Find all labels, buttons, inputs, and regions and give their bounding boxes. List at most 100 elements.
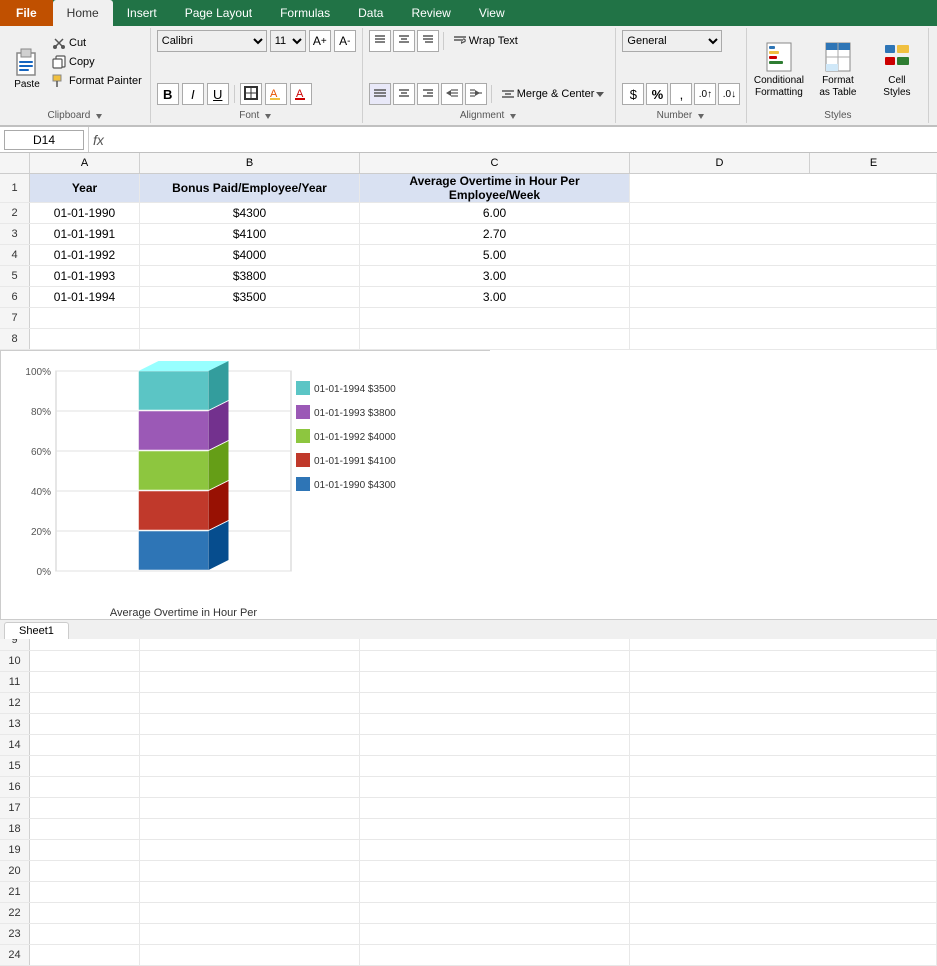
cell-d[interactable] — [630, 924, 937, 944]
home-tab[interactable]: Home — [53, 0, 113, 26]
cell-b[interactable] — [140, 861, 360, 881]
cell-a[interactable]: 01-01-1991 — [30, 224, 140, 244]
cell-d[interactable] — [630, 798, 937, 818]
row-header[interactable]: 21 — [0, 882, 30, 902]
cell-a[interactable] — [30, 651, 140, 671]
cell-b[interactable] — [140, 924, 360, 944]
cell-d[interactable] — [630, 224, 937, 244]
increase-indent-button[interactable] — [465, 83, 487, 105]
row-header[interactable]: 20 — [0, 861, 30, 881]
cell-c[interactable] — [360, 714, 630, 734]
chart-area[interactable]: 0%20%40%60%80%100%Average Overtime in Ho… — [0, 350, 490, 630]
data-tab[interactable]: Data — [344, 0, 397, 26]
view-tab[interactable]: View — [465, 0, 519, 26]
cell-c[interactable] — [360, 840, 630, 860]
cell-a[interactable] — [30, 756, 140, 776]
row-header[interactable]: 24 — [0, 945, 30, 965]
cell-c[interactable] — [360, 308, 630, 328]
cell-c[interactable] — [360, 945, 630, 965]
row-header[interactable]: 10 — [0, 651, 30, 671]
cell-d[interactable] — [630, 203, 937, 223]
cell-d[interactable] — [630, 882, 937, 902]
row-header[interactable]: 4 — [0, 245, 30, 265]
copy-button[interactable]: Copy — [48, 53, 146, 71]
cell-c[interactable] — [360, 882, 630, 902]
review-tab[interactable]: Review — [397, 0, 464, 26]
cell-c[interactable] — [360, 672, 630, 692]
cell-c[interactable] — [360, 903, 630, 923]
bold-button[interactable]: B — [157, 83, 179, 105]
col-header-e[interactable]: E — [810, 153, 937, 173]
cell-a[interactable] — [30, 840, 140, 860]
underline-button[interactable]: U — [207, 83, 229, 105]
cell-a[interactable] — [30, 714, 140, 734]
row-header[interactable]: 1 — [0, 174, 30, 202]
cell-d[interactable] — [630, 308, 937, 328]
row-header[interactable]: 5 — [0, 266, 30, 286]
cell-c[interactable] — [360, 798, 630, 818]
number-format-select[interactable]: General — [622, 30, 722, 52]
cell-d[interactable] — [630, 819, 937, 839]
row-header[interactable]: 6 — [0, 287, 30, 307]
row-header[interactable]: 19 — [0, 840, 30, 860]
border-button[interactable] — [240, 83, 262, 105]
cell-d[interactable] — [630, 735, 937, 755]
col-header-c[interactable]: C — [360, 153, 630, 173]
align-top-left-button[interactable] — [369, 30, 391, 52]
font-size-select[interactable]: 11 — [270, 30, 306, 52]
italic-button[interactable]: I — [182, 83, 204, 105]
cell-d[interactable] — [630, 945, 937, 965]
cell-b[interactable] — [140, 672, 360, 692]
cell-d[interactable] — [630, 329, 937, 349]
cell-c[interactable] — [360, 651, 630, 671]
row-header[interactable]: 18 — [0, 819, 30, 839]
cell-a[interactable] — [30, 903, 140, 923]
row-header[interactable]: 8 — [0, 329, 30, 349]
percent-button[interactable]: % — [646, 83, 668, 105]
row-header[interactable]: 3 — [0, 224, 30, 244]
cell-d[interactable] — [630, 287, 937, 307]
cell-b[interactable] — [140, 840, 360, 860]
cell-b[interactable] — [140, 651, 360, 671]
col-header-d[interactable]: D — [630, 153, 810, 173]
cell-c[interactable]: 2.70 — [360, 224, 630, 244]
cell-styles-button[interactable]: Cell Styles — [869, 34, 924, 104]
cell-b[interactable]: $3800 — [140, 266, 360, 286]
cell-c[interactable] — [360, 329, 630, 349]
row-header[interactable]: 14 — [0, 735, 30, 755]
cell-a[interactable] — [30, 329, 140, 349]
comma-button[interactable]: , — [670, 83, 692, 105]
increase-decimal-button[interactable]: .0↑ — [694, 83, 716, 105]
cell-a[interactable] — [30, 861, 140, 881]
cell-a[interactable] — [30, 945, 140, 965]
page-layout-tab[interactable]: Page Layout — [171, 0, 266, 26]
sheet-tab-sheet1[interactable]: Sheet1 — [4, 622, 69, 639]
decrease-decimal-button[interactable]: .0↓ — [718, 83, 740, 105]
cell-d[interactable] — [630, 903, 937, 923]
cell-b[interactable] — [140, 945, 360, 965]
cell-b[interactable] — [140, 903, 360, 923]
cell-b[interactable] — [140, 882, 360, 902]
row-header[interactable]: 12 — [0, 693, 30, 713]
cell-b[interactable] — [140, 714, 360, 734]
paste-button[interactable]: Paste — [6, 30, 48, 105]
cell-d[interactable] — [630, 714, 937, 734]
col-header-b[interactable]: B — [140, 153, 360, 173]
cell-a[interactable]: 01-01-1993 — [30, 266, 140, 286]
cell-c[interactable]: 6.00 — [360, 203, 630, 223]
increase-font-button[interactable]: A+ — [309, 30, 331, 52]
name-box[interactable] — [4, 130, 84, 150]
cell-d[interactable] — [630, 861, 937, 881]
cell-b[interactable] — [140, 308, 360, 328]
row-header[interactable]: 7 — [0, 308, 30, 328]
cell-a[interactable] — [30, 672, 140, 692]
cell-d[interactable] — [630, 651, 937, 671]
cell-a[interactable]: 01-01-1992 — [30, 245, 140, 265]
decrease-font-button[interactable]: A- — [334, 30, 356, 52]
file-tab[interactable]: File — [0, 0, 53, 26]
align-center-button[interactable] — [393, 83, 415, 105]
insert-tab[interactable]: Insert — [113, 0, 171, 26]
font-name-select[interactable]: Calibri — [157, 30, 267, 52]
formula-input[interactable] — [108, 133, 933, 147]
cut-button[interactable]: Cut — [48, 34, 146, 52]
